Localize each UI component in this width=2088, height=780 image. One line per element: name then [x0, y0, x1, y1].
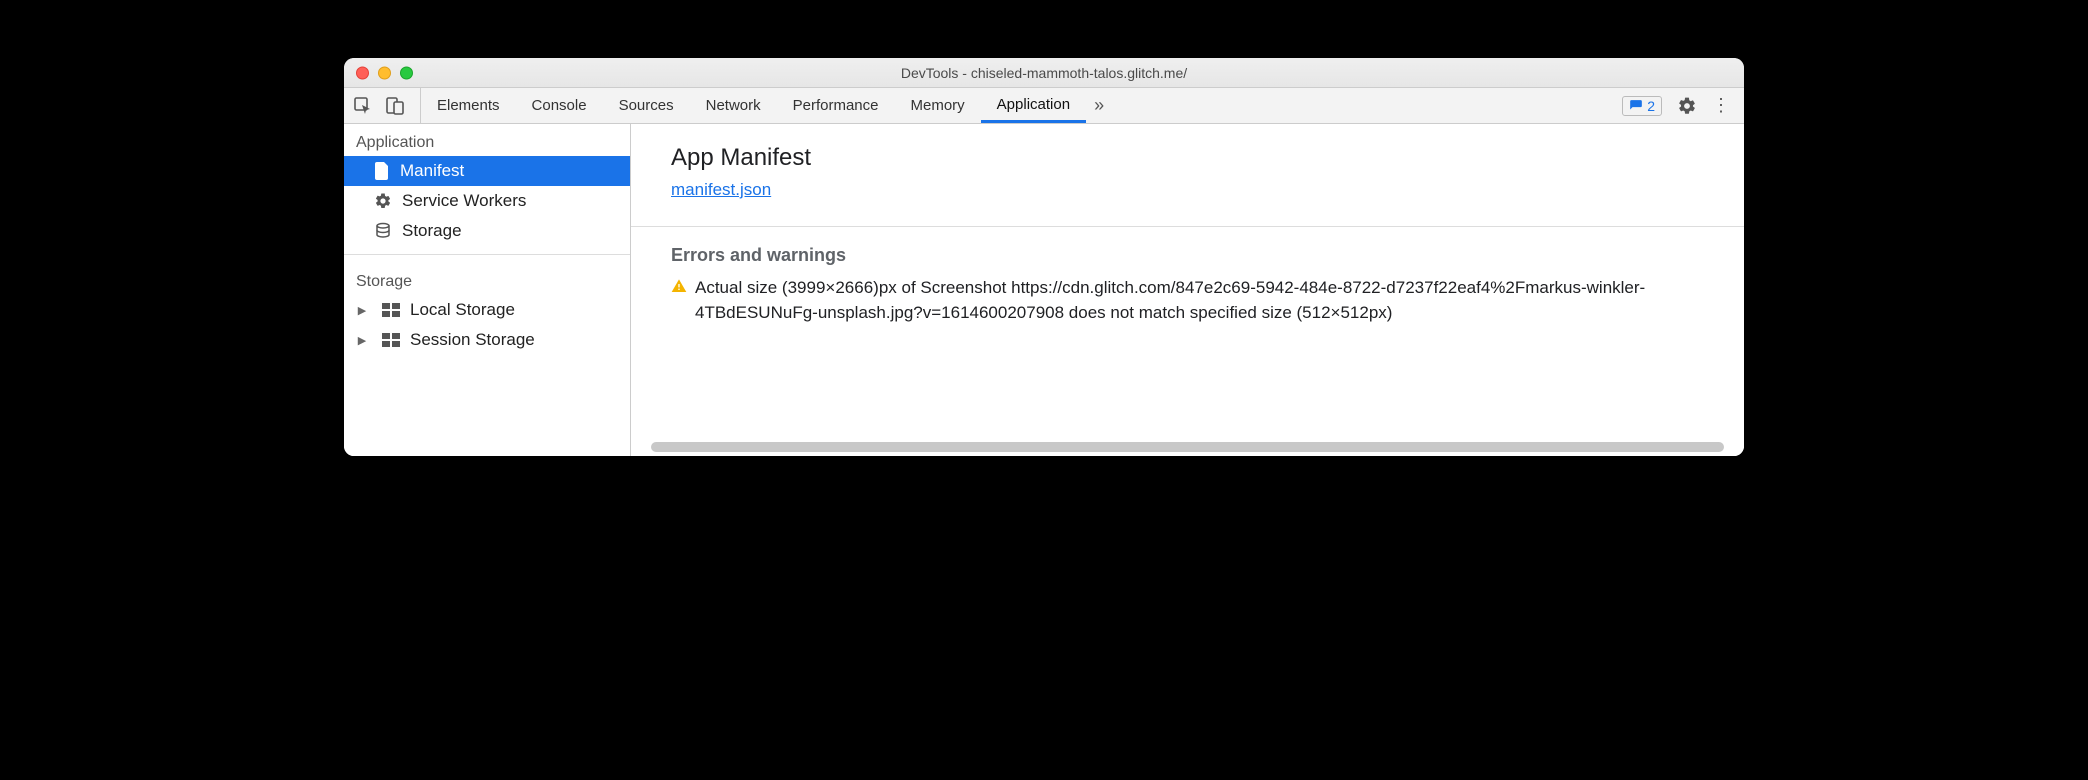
sidebar-item-manifest[interactable]: Manifest	[344, 156, 630, 186]
sidebar-item-session-storage[interactable]: ▶ Session Storage	[344, 325, 630, 355]
sidebar-item-label: Local Storage	[410, 300, 515, 320]
disclosure-triangle-icon: ▶	[356, 334, 368, 347]
warning-icon	[671, 278, 687, 294]
more-tabs-icon[interactable]: »	[1086, 95, 1112, 116]
tab-label: Console	[532, 97, 587, 114]
devtools-tabstrip: Elements Console Sources Network Perform…	[344, 88, 1744, 124]
warning-row: Actual size (3999×2666)px of Screenshot …	[671, 276, 1704, 325]
sidebar-item-label: Session Storage	[410, 330, 535, 350]
tab-label: Performance	[793, 97, 879, 114]
tab-application[interactable]: Application	[981, 88, 1086, 123]
application-main-panel[interactable]: App Manifest manifest.json Errors and wa…	[631, 124, 1744, 456]
tab-label: Memory	[911, 97, 965, 114]
window-title: DevTools - chiseled-mammoth-talos.glitch…	[344, 65, 1744, 81]
message-icon	[1629, 99, 1643, 113]
tab-label: Elements	[437, 97, 500, 114]
tab-console[interactable]: Console	[516, 88, 603, 123]
tab-network[interactable]: Network	[690, 88, 777, 123]
tab-sources[interactable]: Sources	[603, 88, 690, 123]
device-toolbar-icon[interactable]	[384, 95, 406, 117]
table-icon	[382, 333, 400, 347]
settings-gear-icon[interactable]	[1676, 95, 1698, 117]
tab-label: Application	[997, 96, 1070, 113]
warning-text: Actual size (3999×2666)px of Screenshot …	[695, 276, 1704, 325]
maximize-window-button[interactable]	[400, 66, 413, 79]
errors-and-warnings-block: Errors and warnings Actual size (3999×26…	[631, 227, 1744, 325]
more-options-icon[interactable]: ⋮	[1712, 95, 1732, 116]
window-titlebar: DevTools - chiseled-mammoth-talos.glitch…	[344, 58, 1744, 88]
manifest-heading: App Manifest	[671, 144, 1704, 172]
sidebar-item-label: Storage	[402, 221, 462, 241]
sidebar-item-local-storage[interactable]: ▶ Local Storage	[344, 295, 630, 325]
tab-label: Network	[706, 97, 761, 114]
sidebar-divider	[344, 254, 630, 255]
tab-label: Sources	[619, 97, 674, 114]
sidebar-section-application: Application	[344, 124, 630, 156]
sidebar-item-label: Service Workers	[402, 191, 526, 211]
tab-performance[interactable]: Performance	[777, 88, 895, 123]
traffic-lights	[356, 66, 413, 79]
disclosure-triangle-icon: ▶	[356, 304, 368, 317]
sidebar-item-service-workers[interactable]: Service Workers	[344, 186, 630, 216]
devtools-window: DevTools - chiseled-mammoth-talos.glitch…	[344, 58, 1744, 456]
devtools-body: Application Manifest Service Workers Sto…	[344, 124, 1744, 456]
application-sidebar[interactable]: Application Manifest Service Workers Sto…	[344, 124, 631, 456]
errors-heading: Errors and warnings	[671, 245, 1704, 266]
gear-icon	[374, 192, 392, 210]
console-message-badge[interactable]: 2	[1622, 96, 1662, 116]
devtools-tabs: Elements Console Sources Network Perform…	[421, 88, 1086, 123]
minimize-window-button[interactable]	[378, 66, 391, 79]
tabstrip-right-tools: 2 ⋮	[1622, 88, 1736, 123]
close-window-button[interactable]	[356, 66, 369, 79]
tab-memory[interactable]: Memory	[895, 88, 981, 123]
file-icon	[374, 162, 390, 180]
manifest-link[interactable]: manifest.json	[671, 180, 771, 199]
inspect-element-icon[interactable]	[352, 95, 374, 117]
table-icon	[382, 303, 400, 317]
sidebar-item-storage[interactable]: Storage	[344, 216, 630, 246]
message-count: 2	[1647, 98, 1655, 114]
tab-elements[interactable]: Elements	[421, 88, 516, 123]
main-inner: App Manifest manifest.json Errors and wa…	[631, 124, 1744, 325]
manifest-header: App Manifest manifest.json	[631, 124, 1744, 208]
horizontal-scrollbar[interactable]	[651, 442, 1724, 452]
sidebar-section-storage: Storage	[344, 263, 630, 295]
tabstrip-left-tools	[352, 88, 421, 123]
database-icon	[374, 222, 392, 240]
sidebar-item-label: Manifest	[400, 161, 464, 181]
